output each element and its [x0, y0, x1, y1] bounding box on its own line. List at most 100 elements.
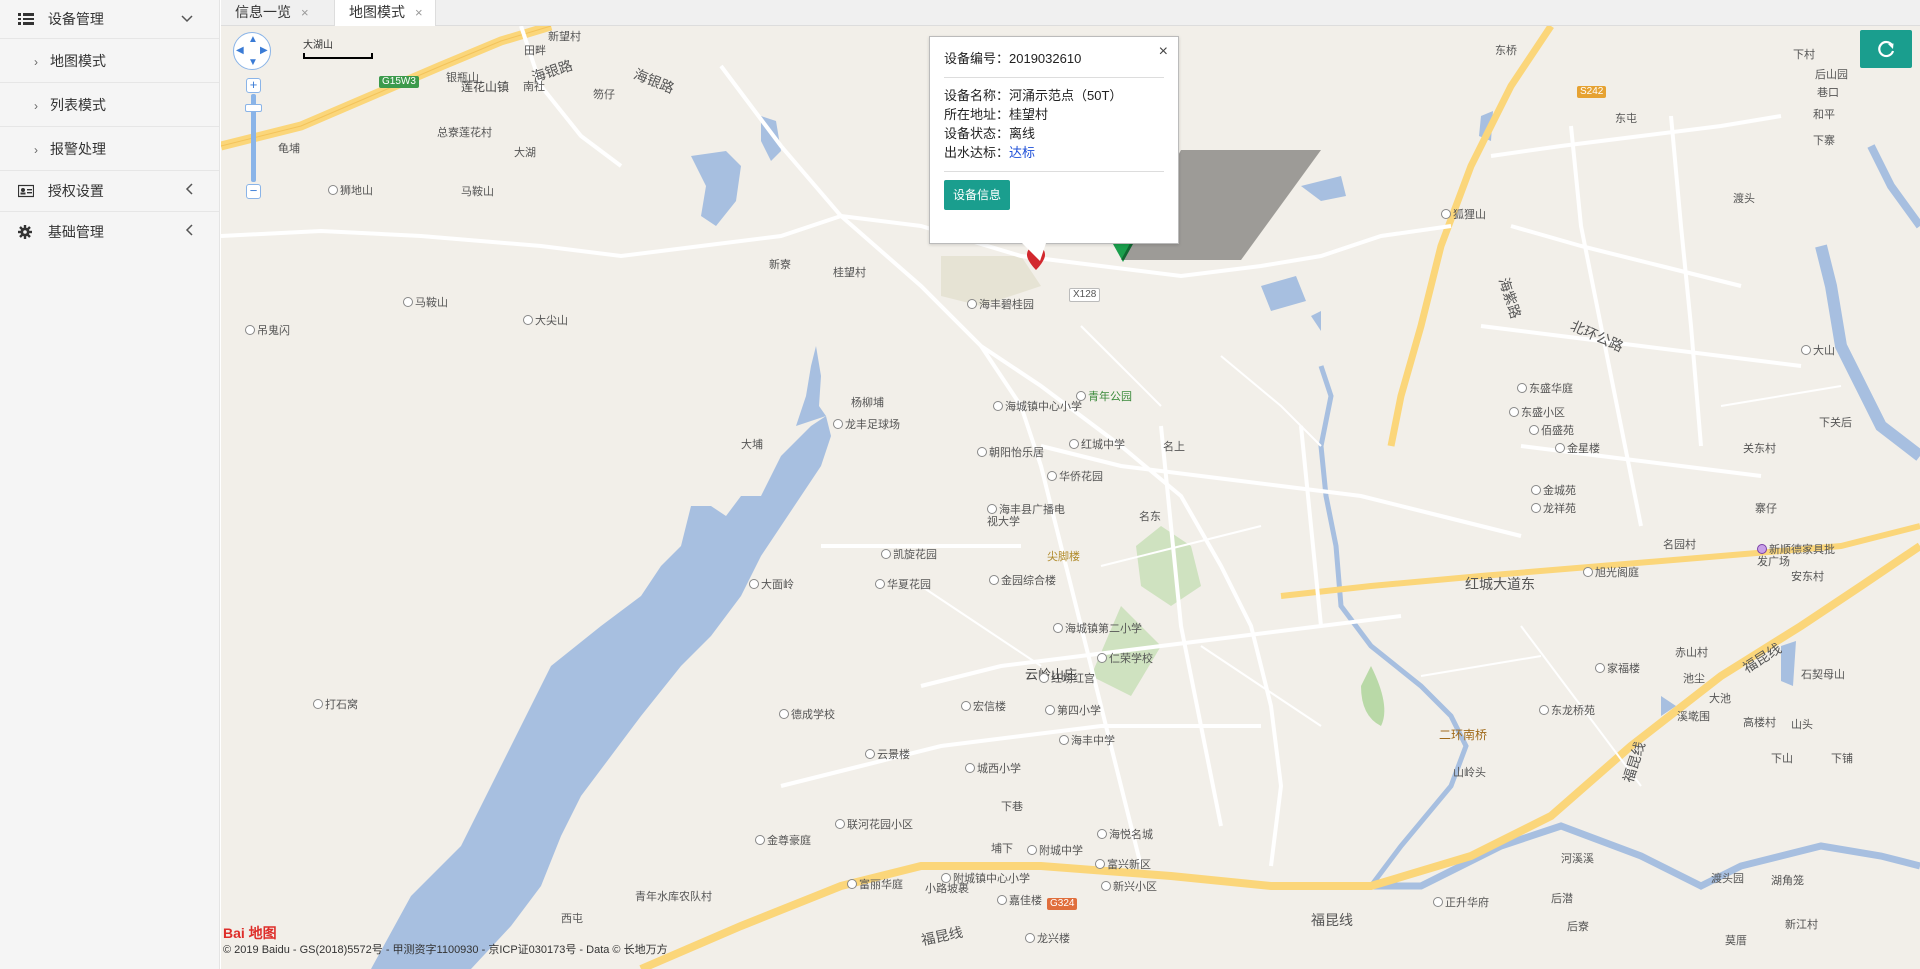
device-address-line: 所在地址：桂望村 [944, 105, 1164, 124]
map-label: 打石窝 [313, 696, 358, 712]
chevron-left-icon [185, 171, 193, 211]
poi-label: 吊鬼闪 [257, 325, 290, 337]
pan-control[interactable]: ▲ ▼ ◀ ▶ [233, 32, 271, 70]
pan-right-icon[interactable]: ▶ [260, 45, 268, 56]
id-card-icon [17, 173, 35, 198]
map-label: 总寮 [437, 127, 459, 139]
map-label: 东桥 [1495, 45, 1517, 57]
pan-down-icon[interactable]: ▼ [248, 57, 258, 68]
zoom-slider-thumb[interactable] [245, 104, 262, 112]
zoom-in-button[interactable]: + [246, 78, 261, 93]
poi-icon [1039, 673, 1049, 683]
map-label: 莲花村 [459, 127, 492, 139]
menu-label: 设备管理 [47, 11, 104, 27]
map-label: 龙兴楼 [1025, 930, 1070, 946]
water-standard-line: 出水达标：达标 [944, 143, 1164, 162]
map-label: 后山园 [1815, 69, 1848, 81]
map-label: 河溪溪 [1561, 853, 1594, 865]
map-label: 海城镇中心小学 [993, 398, 1082, 414]
map-label: 下村 [1793, 49, 1815, 61]
device-name-label: 设备名称： [944, 88, 1010, 103]
map-label: 田畔 [524, 45, 546, 57]
poi-label: 金星楼 [1567, 443, 1600, 455]
poi-icon [1025, 933, 1035, 943]
poi-label: 海城镇中心小学 [1005, 401, 1082, 413]
tab-close-icon[interactable]: × [415, 5, 423, 20]
sidebar-item-map-mode[interactable]: › 地图模式 [0, 38, 219, 82]
poi-label: 家福楼 [1607, 663, 1640, 675]
sidebar-item-alarm-handling[interactable]: › 报警处理 [0, 126, 219, 170]
map-label: 德成学校 [779, 706, 835, 722]
poi-label: 富兴新区 [1107, 859, 1151, 871]
map-label: 莫厝 [1725, 935, 1747, 947]
poi-icon [1095, 859, 1105, 869]
device-name-value: 河涌示范点（50T） [1009, 88, 1123, 103]
map-label: 渡头 [1733, 193, 1755, 205]
map-label: 城西小学 [965, 760, 1021, 776]
map-label: 新兴小区 [1101, 878, 1157, 894]
poi-label: 红城中学 [1081, 439, 1125, 451]
map-label: 赤山村 [1675, 647, 1708, 659]
pan-left-icon[interactable]: ◀ [236, 45, 244, 56]
poi-icon [1097, 829, 1107, 839]
poi-label: 宏信楼 [973, 701, 1006, 713]
water-standard-link[interactable]: 达标 [1009, 145, 1035, 160]
list-icon [18, 2, 34, 25]
poi-icon [1053, 623, 1063, 633]
poi-label: 金园综合楼 [1001, 575, 1056, 587]
poi-label: 龙兴楼 [1037, 933, 1070, 945]
tab-info-overview[interactable]: 信息一览 × [221, 0, 321, 26]
poi-label: 新顺德家具批发广场 [1757, 544, 1835, 568]
poi-label: 佰盛苑 [1541, 425, 1574, 437]
poi-icon [1801, 345, 1811, 355]
zoom-out-button[interactable]: − [246, 184, 261, 199]
sidebar-item-list-mode[interactable]: › 列表模式 [0, 82, 219, 126]
map-label: 新寮 [769, 259, 791, 271]
poi-icon [847, 879, 857, 889]
poi-icon [523, 315, 533, 325]
map-label: 新江村 [1785, 919, 1818, 931]
map-label: 下山 [1771, 753, 1793, 765]
map-label: 东龙桥苑 [1539, 702, 1595, 718]
chevron-right-icon: › [34, 55, 38, 69]
chevron-down-icon [181, 0, 193, 38]
refresh-button[interactable] [1860, 30, 1912, 68]
map-label: 龟埔 [278, 143, 300, 155]
map-canvas[interactable]: 莲花山镇 海银路 海银路 南社 新望村 田畔 银瓶山 笏仔 总寮 莲花村 大湖 … [221, 26, 1920, 969]
poi-icon [1757, 544, 1767, 554]
poi-label: 华夏花园 [887, 579, 931, 591]
tab-map-mode[interactable]: 地图模式 × [334, 0, 436, 27]
chevron-right-icon: › [34, 99, 38, 113]
map-label: 下铺 [1831, 753, 1853, 765]
poi-icon [1583, 567, 1593, 577]
device-info-button[interactable]: 设备信息 [944, 180, 1011, 210]
poi-label: 联河花园小区 [847, 819, 913, 831]
menu-base-management[interactable]: 基础管理 [0, 212, 219, 252]
menu-auth-settings[interactable]: 授权设置 [0, 171, 219, 211]
map-label: 海丰县广播电视大学 [987, 504, 1067, 528]
map-label: 大山 [1801, 342, 1835, 358]
poi-label: 仁荣学校 [1109, 653, 1153, 665]
pan-up-icon[interactable]: ▲ [248, 34, 258, 45]
map-label: 云景楼 [865, 746, 910, 762]
map-label: 下巷 [1001, 801, 1023, 813]
tab-close-icon[interactable]: × [301, 5, 309, 20]
poi-icon [1097, 653, 1107, 663]
gear-icon [18, 214, 34, 239]
divider [944, 171, 1164, 172]
poi-icon [1069, 439, 1079, 449]
device-id-value: 2019032610 [1009, 51, 1082, 66]
poi-icon [1509, 407, 1519, 417]
menu-group-auth: 授权设置 [0, 171, 219, 212]
menu-device-management[interactable]: 设备管理 [0, 0, 219, 38]
baidu-map-logo[interactable]: Bai 地图 [223, 923, 277, 943]
poi-label: 华侨花园 [1059, 471, 1103, 483]
map-label: 新望村 [548, 31, 581, 43]
close-icon[interactable]: × [1159, 43, 1168, 61]
road-shield: S242 [1577, 86, 1607, 98]
map-label: 附城中学 [1027, 842, 1083, 858]
poi-label: 大面岭 [761, 579, 794, 591]
map-label: 和平 [1813, 109, 1835, 121]
poi-icon [961, 701, 971, 711]
poi-label: 海悦名城 [1109, 829, 1153, 841]
